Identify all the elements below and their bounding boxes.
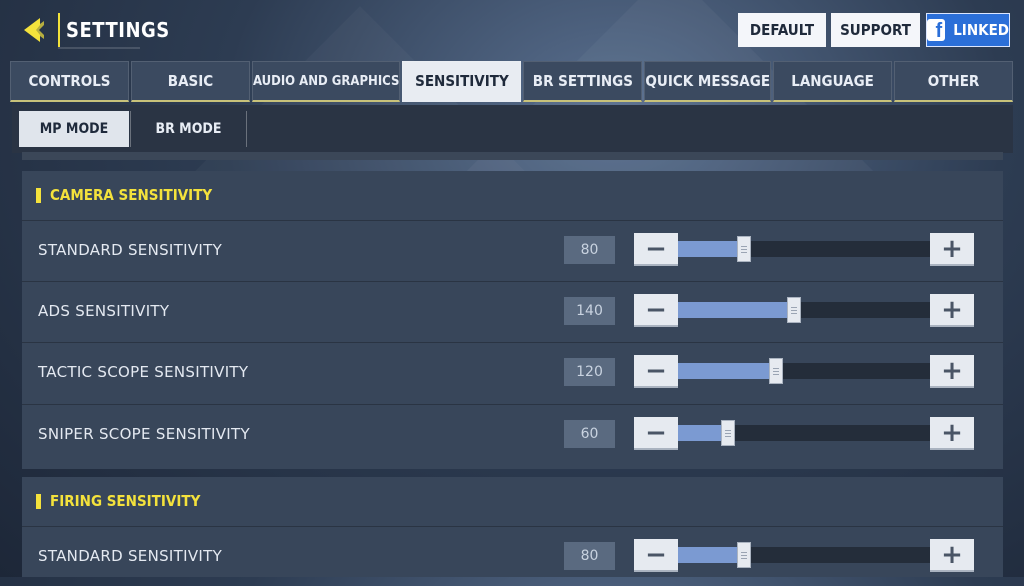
value-box[interactable]: 120 [564, 358, 615, 386]
slider-track[interactable] [678, 420, 930, 446]
slider-handle[interactable] [769, 358, 784, 384]
decrease-button[interactable]: − [634, 539, 678, 572]
slider-fill [678, 363, 777, 379]
firing-sensitivity-panel: FIRING SENSITIVITY STANDARD SENSITIVITY … [22, 477, 1003, 577]
page-title: SETTINGS [58, 13, 176, 47]
minus-icon: − [645, 355, 667, 386]
linked-button[interactable]: f LINKED [926, 13, 1010, 47]
plus-icon: + [941, 294, 963, 325]
sensitivity-row: TACTIC SCOPE SENSITIVITY 120 − + [22, 342, 1003, 402]
value-box[interactable]: 60 [564, 420, 615, 448]
minus-icon: − [645, 539, 667, 570]
decrease-button[interactable]: − [634, 417, 678, 450]
slider-track[interactable] [678, 297, 930, 323]
section-header: CAMERA SENSITIVITY [36, 171, 212, 219]
tab-audio-and-graphics[interactable]: AUDIO AND GRAPHICS [251, 61, 401, 102]
mode-bar: MP MODE BR MODE [12, 105, 1013, 153]
row-label: STANDARD SENSITIVITY [38, 241, 223, 259]
tab-basic[interactable]: BASIC [130, 61, 250, 102]
back-button[interactable] [22, 13, 56, 47]
slider-fill [678, 302, 794, 318]
slider-handle[interactable] [736, 542, 751, 568]
minus-icon: − [645, 233, 667, 264]
plus-icon: + [941, 539, 963, 570]
slider-track[interactable] [678, 542, 930, 568]
section-marker-icon [36, 187, 41, 203]
increase-button[interactable]: + [930, 539, 974, 572]
section-marker-icon [36, 493, 41, 509]
decrease-button[interactable]: − [634, 294, 678, 327]
plus-icon: + [941, 355, 963, 386]
tab-bar: CONTROLS BASIC AUDIO AND GRAPHICS SENSIT… [10, 61, 1014, 102]
slider-track[interactable] [678, 236, 930, 262]
row-label: STANDARD SENSITIVITY [38, 547, 223, 565]
plus-icon: + [941, 233, 963, 264]
support-button[interactable]: SUPPORT [831, 13, 920, 47]
tab-sensitivity[interactable]: SENSITIVITY [402, 61, 522, 102]
sensitivity-row: STANDARD SENSITIVITY 80 − + [22, 220, 1003, 280]
tab-language[interactable]: LANGUAGE [773, 61, 893, 102]
back-arrow-icon [24, 18, 44, 42]
increase-button[interactable]: + [930, 294, 974, 327]
facebook-icon: f [927, 19, 946, 41]
value-box[interactable]: 80 [564, 236, 615, 264]
tab-controls[interactable]: CONTROLS [10, 61, 129, 102]
slider-handle[interactable] [786, 297, 801, 323]
default-button[interactable]: DEFAULT [738, 13, 826, 47]
minus-icon: − [645, 294, 667, 325]
increase-button[interactable]: + [930, 417, 974, 450]
scroll-indicator-bar [22, 152, 1003, 160]
camera-sensitivity-panel: CAMERA SENSITIVITY STANDARD SENSITIVITY … [22, 171, 1003, 469]
slider-fill [678, 547, 744, 563]
section-title: CAMERA SENSITIVITY [50, 186, 213, 204]
tab-other[interactable]: OTHER [894, 61, 1014, 102]
slider-track[interactable] [678, 358, 930, 384]
sensitivity-row: SNIPER SCOPE SENSITIVITY 60 − + [22, 404, 1003, 464]
section-title: FIRING SENSITIVITY [50, 492, 201, 510]
sensitivity-row: ADS SENSITIVITY 140 − + [22, 281, 1003, 341]
row-label: TACTIC SCOPE SENSITIVITY [38, 363, 249, 381]
slider-fill [678, 241, 744, 257]
decrease-button[interactable]: − [634, 355, 678, 388]
slider-handle[interactable] [721, 420, 736, 446]
value-box[interactable]: 140 [564, 297, 615, 325]
tab-br-settings[interactable]: BR SETTINGS [523, 61, 643, 102]
plus-icon: + [941, 417, 963, 448]
row-label: ADS SENSITIVITY [38, 302, 170, 320]
mp-mode-tab[interactable]: MP MODE [19, 111, 129, 147]
row-label: SNIPER SCOPE SENSITIVITY [38, 425, 250, 443]
increase-button[interactable]: + [930, 233, 974, 266]
section-header: FIRING SENSITIVITY [36, 477, 200, 525]
linked-label: LINKED [953, 21, 1009, 39]
minus-icon: − [645, 417, 667, 448]
slider-handle[interactable] [736, 236, 751, 262]
sensitivity-row: STANDARD SENSITIVITY 80 − + [22, 526, 1003, 586]
tab-quick-message[interactable]: QUICK MESSAGE [644, 61, 772, 102]
value-box[interactable]: 80 [564, 542, 615, 570]
br-mode-tab[interactable]: BR MODE [130, 111, 247, 147]
increase-button[interactable]: + [930, 355, 974, 388]
decrease-button[interactable]: − [634, 233, 678, 266]
title-underline [58, 47, 140, 49]
